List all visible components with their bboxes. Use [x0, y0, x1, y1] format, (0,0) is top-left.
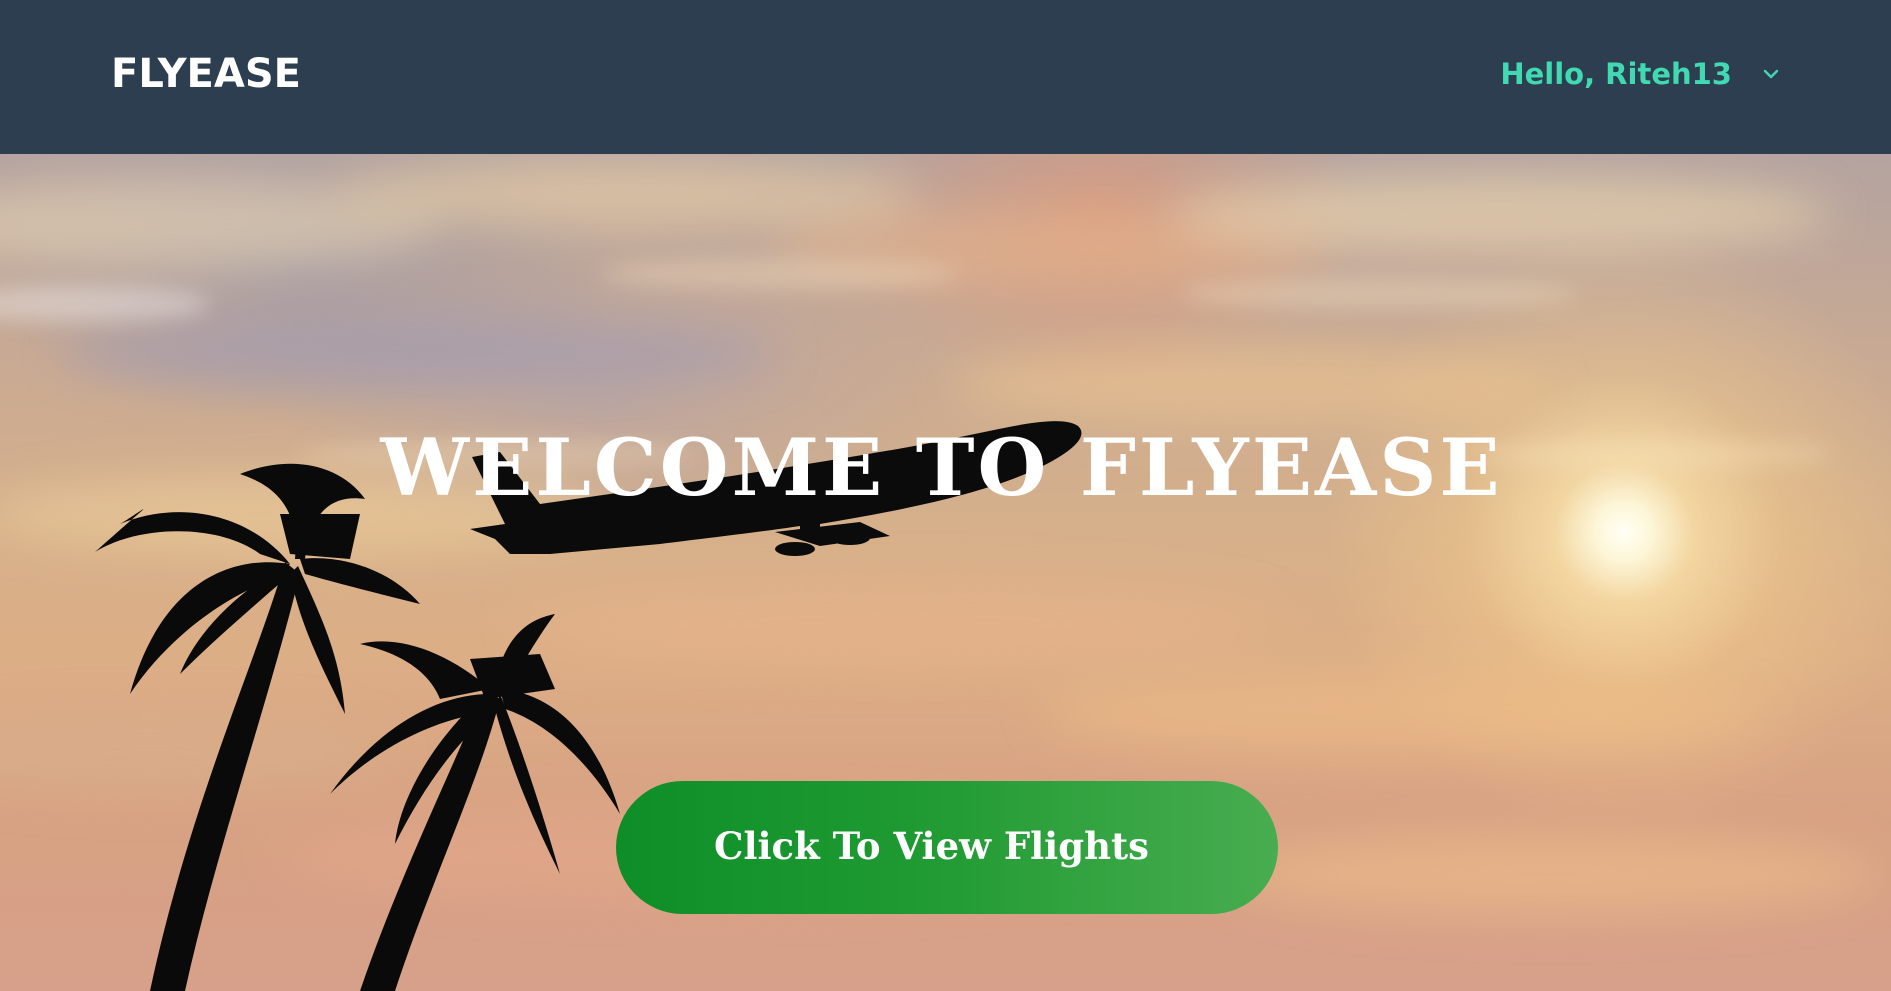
palm-trees-silhouette: [95, 463, 420, 991]
palm-tree-2-silhouette: [330, 614, 620, 991]
brand-logo[interactable]: FLYEASE: [111, 48, 301, 100]
view-flights-button[interactable]: Click To View Flights: [616, 781, 1278, 914]
view-flights-label: Click To View Flights: [714, 824, 1149, 868]
navbar: FLYEASE Hello, Riteh13: [0, 0, 1891, 154]
chevron-down-icon: [1762, 65, 1780, 83]
user-greeting: Hello, Riteh13: [1500, 57, 1732, 91]
hero-title: WELCOME TO FLYEASE: [380, 420, 1503, 514]
hero-section: WELCOME TO FLYEASE Click To View Flights: [0, 154, 1891, 991]
page: FLYEASE Hello, Riteh13 WELCOME TO FLYEAS…: [0, 0, 1891, 991]
user-menu-toggle[interactable]: Hello, Riteh13: [1500, 54, 1780, 94]
